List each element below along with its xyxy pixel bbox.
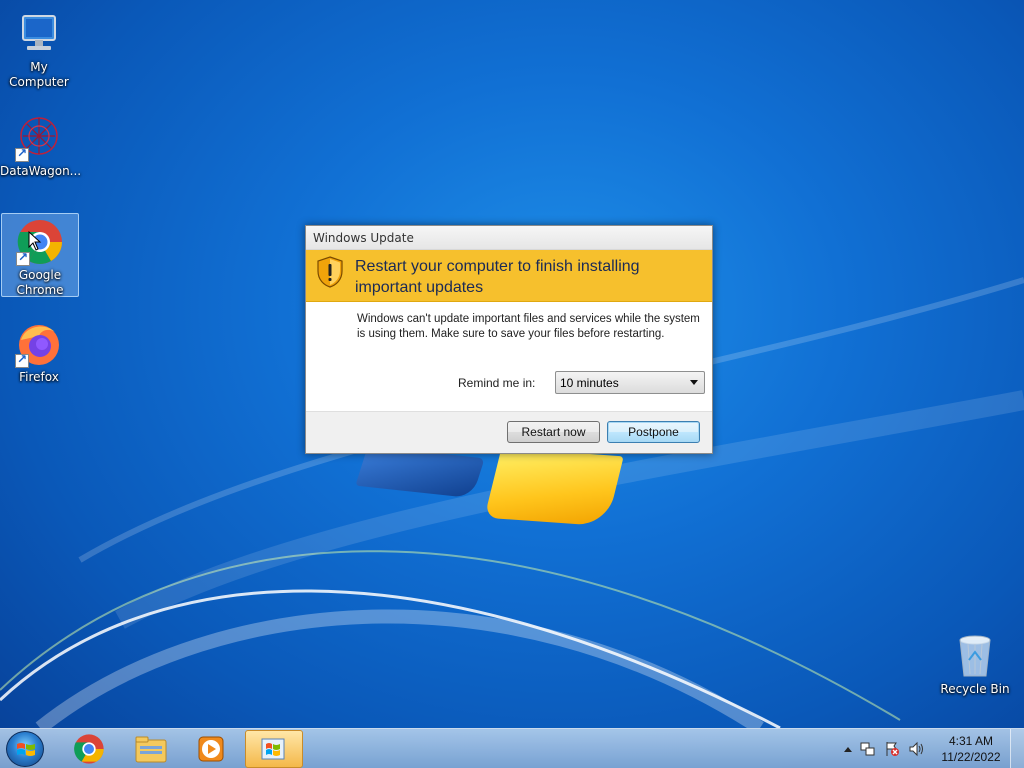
dialog-banner: Restart your computer to finish installi… — [306, 250, 712, 302]
wallpaper-logo-yellow — [484, 447, 624, 527]
clock-time: 4:31 AM — [948, 734, 994, 748]
dialog-footer: Restart now Postpone — [306, 411, 712, 453]
dialog-body: Windows can't update important files and… — [306, 302, 712, 412]
clock-date: 11/22/2022 — [941, 750, 1001, 764]
desktop-icon-label: Google Chrome — [16, 268, 64, 297]
desktop-icon-label: Firefox — [19, 370, 59, 384]
explorer-icon — [135, 736, 167, 763]
remind-interval-select[interactable]: 10 minutes — [555, 371, 705, 394]
postpone-button[interactable]: Postpone — [607, 421, 700, 443]
warning-shield-icon — [317, 256, 343, 288]
desktop-icon-google-chrome[interactable]: Google Chrome — [1, 213, 79, 297]
show-desktop-button[interactable] — [1010, 729, 1024, 768]
taskbar-chrome-button[interactable] — [60, 730, 118, 768]
taskbar-clock[interactable]: 4:31 AM 11/22/2022 — [938, 733, 1004, 765]
mouse-cursor-icon — [28, 231, 42, 251]
media-player-icon — [198, 736, 224, 762]
taskbar: 4:31 AM 11/22/2022 — [0, 728, 1024, 768]
desktop-icon-my-computer[interactable]: My Computer — [0, 6, 78, 90]
desktop-icon-datawagon[interactable]: DataWagon... — [0, 110, 82, 179]
datawagon-icon — [15, 114, 63, 162]
computer-icon — [15, 10, 63, 58]
taskbar-explorer-button[interactable] — [122, 730, 180, 768]
windows-logo-icon — [17, 743, 35, 756]
desktop-icon-label: DataWagon... — [0, 164, 82, 178]
windows-update-dialog: Windows Update Restart your computer to … — [305, 225, 713, 454]
recycle-bin-icon — [951, 632, 999, 680]
remind-label: Remind me in: — [458, 376, 536, 390]
chevron-down-icon — [690, 380, 698, 385]
shortcut-arrow-icon — [15, 146, 29, 162]
desktop-icon-label: Recycle Bin — [940, 682, 1010, 696]
taskbar-media-player-button[interactable] — [182, 730, 240, 768]
shortcut-arrow-icon — [16, 250, 30, 266]
dialog-title: Windows Update — [313, 231, 414, 245]
network-icon[interactable] — [860, 741, 876, 757]
firefox-icon — [15, 320, 63, 368]
system-tray: 4:31 AM 11/22/2022 — [834, 729, 1024, 768]
dialog-heading: Restart your computer to finish installi… — [355, 258, 640, 296]
volume-speaker-icon[interactable] — [908, 741, 924, 757]
chrome-icon — [74, 734, 104, 764]
restart-now-button[interactable]: Restart now — [507, 421, 600, 443]
desktop-icon-firefox[interactable]: Firefox — [0, 316, 78, 385]
remind-interval-value: 10 minutes — [560, 376, 619, 390]
desktop-icon-label: My Computer — [9, 60, 69, 89]
taskbar-windows-update-button[interactable] — [245, 730, 303, 768]
dialog-message: Windows can't update important files and… — [357, 313, 700, 340]
show-hidden-icons-chevron-up-icon[interactable] — [840, 741, 856, 757]
windows-update-icon — [261, 738, 285, 760]
dialog-title-bar[interactable]: Windows Update — [306, 226, 712, 250]
start-button[interactable] — [6, 731, 44, 767]
shortcut-arrow-icon — [15, 352, 29, 368]
action-center-flag-icon[interactable] — [884, 741, 900, 757]
remind-row: Remind me in: 10 minutes — [306, 371, 714, 395]
desktop-icon-recycle-bin[interactable]: Recycle Bin — [936, 628, 1014, 697]
